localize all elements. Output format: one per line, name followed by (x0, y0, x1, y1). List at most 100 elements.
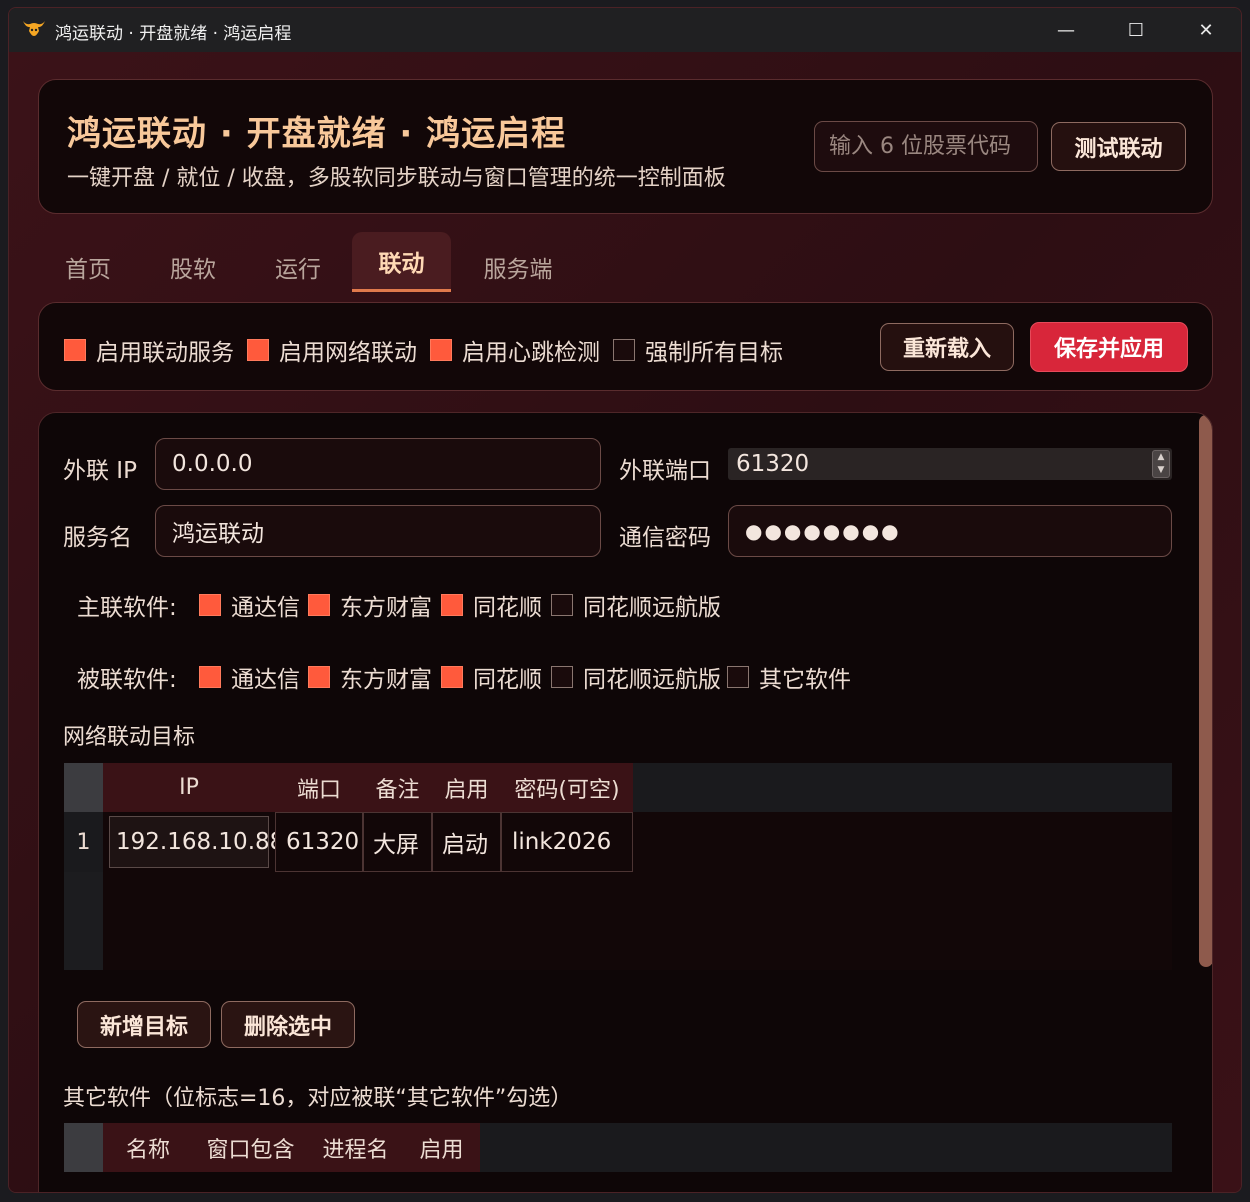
checkbox-label: 同花顺远航版 (583, 667, 721, 693)
save-apply-button[interactable]: 保存并应用 (1030, 322, 1188, 372)
slave-ths-checkbox[interactable]: 同花顺 (441, 660, 542, 694)
options-panel: 启用联动服务 启用网络联动 启用心跳检测 强制所有目标 重新载入 保存并应用 (38, 302, 1213, 391)
port-spinbox[interactable]: 61320 ▲ ▼ (728, 448, 1172, 480)
master-software-label: 主联软件: (77, 595, 177, 621)
slave-eastmoney-checkbox[interactable]: 东方财富 (308, 660, 432, 694)
checkbox-label: 启用网络联动 (279, 340, 417, 366)
master-ths-yuanhang-checkbox[interactable]: 同花顺远航版 (551, 588, 721, 622)
spin-arrows-icon[interactable]: ▲ ▼ (1152, 450, 1170, 478)
checkbox-label: 强制所有目标 (645, 340, 783, 366)
checkbox-box (308, 666, 330, 688)
tab-server[interactable]: 服务端 (478, 242, 558, 292)
checkbox-label: 启用心跳检测 (462, 340, 600, 366)
ip-label: 外联 IP (63, 458, 137, 484)
column-header-process-name[interactable]: 进程名 (308, 1123, 403, 1172)
cell-password[interactable]: link2026 (501, 812, 633, 872)
minimize-icon: — (1057, 19, 1075, 41)
column-header-name[interactable]: 名称 (103, 1123, 193, 1172)
master-ths-checkbox[interactable]: 同花顺 (441, 588, 542, 622)
bull-logo-icon (23, 21, 45, 36)
enable-service-checkbox[interactable]: 启用联动服务 (64, 333, 234, 367)
tab-stock-software[interactable]: 股软 (163, 242, 223, 292)
checkbox-label: 通达信 (231, 595, 300, 621)
master-tdx-checkbox[interactable]: 通达信 (199, 588, 300, 622)
table-corner (64, 763, 103, 812)
checkbox-box (247, 339, 269, 361)
table-corner (64, 1123, 103, 1172)
page-subtitle: 一键开盘 / 就位 / 收盘，多股软同步联动与窗口管理的统一控制面板 (67, 166, 726, 191)
checkbox-box (551, 594, 573, 616)
checkbox-label: 通达信 (231, 667, 300, 693)
row-number[interactable]: 1 (64, 812, 103, 872)
port-label: 外联端口 (619, 458, 711, 484)
app-window: 鸿运联动 · 开盘就绪 · 鸿运启程 — ☐ ✕ 鸿运联动 · 开盘就绪 · 鸿… (8, 7, 1242, 1193)
column-header-ip[interactable]: IP (103, 763, 275, 812)
checkbox-box (551, 666, 573, 688)
column-header-enabled[interactable]: 启用 (403, 1123, 480, 1172)
table-header: IP 端口 备注 启用 密码(可空) (64, 763, 1172, 812)
other-software-title: 其它软件（位标志=16，对应被联“其它软件”勾选） (63, 1086, 573, 1111)
checkbox-label: 东方财富 (340, 667, 432, 693)
close-button[interactable]: ✕ (1171, 8, 1241, 52)
column-header-enabled[interactable]: 启用 (432, 763, 501, 812)
network-targets-table: IP 端口 备注 启用 密码(可空) 1 192.168.10.88 61320… (64, 763, 1172, 970)
main-content: 鸿运联动 · 开盘就绪 · 鸿运启程 一键开盘 / 就位 / 收盘，多股软同步联… (9, 52, 1241, 1192)
window-title: 鸿运联动 · 开盘就绪 · 鸿运启程 (55, 24, 292, 44)
force-all-targets-checkbox[interactable]: 强制所有目标 (613, 333, 783, 367)
tab-link[interactable]: 联动 (352, 232, 451, 292)
stock-code-input[interactable] (814, 121, 1038, 172)
link-settings-panel: 外联 IP 0.0.0.0 外联端口 61320 ▲ ▼ 服务名 鸿运联动 通信密… (38, 412, 1213, 1192)
port-value: 61320 (736, 451, 810, 477)
service-name-label: 服务名 (63, 525, 132, 551)
close-icon: ✕ (1198, 19, 1214, 41)
tab-home[interactable]: 首页 (58, 242, 118, 292)
checkbox-box (64, 339, 86, 361)
checkbox-label: 同花顺 (473, 667, 542, 693)
column-header-port[interactable]: 端口 (275, 763, 363, 812)
minimize-button[interactable]: — (1031, 8, 1101, 52)
master-eastmoney-checkbox[interactable]: 东方财富 (308, 588, 432, 622)
header-panel: 鸿运联动 · 开盘就绪 · 鸿运启程 一键开盘 / 就位 / 收盘，多股软同步联… (38, 79, 1213, 214)
delete-selected-button[interactable]: 删除选中 (221, 1001, 355, 1048)
slave-ths-yuanhang-checkbox[interactable]: 同花顺远航版 (551, 660, 721, 694)
checkbox-label: 同花顺远航版 (583, 595, 721, 621)
checkbox-label: 同花顺 (473, 595, 542, 621)
enable-network-checkbox[interactable]: 启用网络联动 (247, 333, 417, 367)
checkbox-label: 其它软件 (759, 667, 851, 693)
checkbox-box (199, 666, 221, 688)
add-target-button[interactable]: 新增目标 (77, 1001, 211, 1048)
maximize-button[interactable]: ☐ (1101, 8, 1171, 52)
password-label: 通信密码 (619, 525, 711, 551)
other-software-table: 名称 窗口包含 进程名 启用 (64, 1123, 1172, 1173)
checkbox-box (308, 594, 330, 616)
enable-heartbeat-checkbox[interactable]: 启用心跳检测 (430, 333, 600, 367)
slave-tdx-checkbox[interactable]: 通达信 (199, 660, 300, 694)
cell-ip[interactable]: 192.168.10.88 (109, 816, 284, 868)
slave-software-label: 被联软件: (77, 667, 177, 693)
service-name-input[interactable]: 鸿运联动 (155, 505, 601, 557)
checkbox-box (441, 666, 463, 688)
ip-input[interactable]: 0.0.0.0 (155, 438, 601, 490)
page-title: 鸿运联动 · 开盘就绪 · 鸿运启程 (67, 114, 567, 154)
column-header-password[interactable]: 密码(可空) (501, 763, 633, 812)
reload-button[interactable]: 重新载入 (880, 323, 1014, 371)
cell-note[interactable]: 大屏 (363, 812, 432, 872)
checkbox-box (727, 666, 749, 688)
checkbox-label: 启用联动服务 (96, 340, 234, 366)
cell-enabled[interactable]: 启动 (432, 812, 501, 872)
checkbox-box (613, 339, 635, 361)
column-header-note[interactable]: 备注 (363, 763, 432, 812)
checkbox-box (441, 594, 463, 616)
table-header: 名称 窗口包含 进程名 启用 (64, 1123, 1172, 1172)
column-header-window-contains[interactable]: 窗口包含 (193, 1123, 308, 1172)
maximize-icon: ☐ (1127, 19, 1145, 41)
test-link-button[interactable]: 测试联动 (1051, 122, 1186, 171)
checkbox-label: 东方财富 (340, 595, 432, 621)
checkbox-box (430, 339, 452, 361)
password-input[interactable]: ●●●●●●●● (728, 505, 1172, 557)
cell-port[interactable]: 61320 (275, 812, 363, 872)
slave-other-software-checkbox[interactable]: 其它软件 (727, 660, 851, 694)
vertical-scrollbar[interactable] (1199, 415, 1212, 967)
tab-run[interactable]: 运行 (268, 242, 328, 292)
network-targets-title: 网络联动目标 (63, 725, 196, 750)
